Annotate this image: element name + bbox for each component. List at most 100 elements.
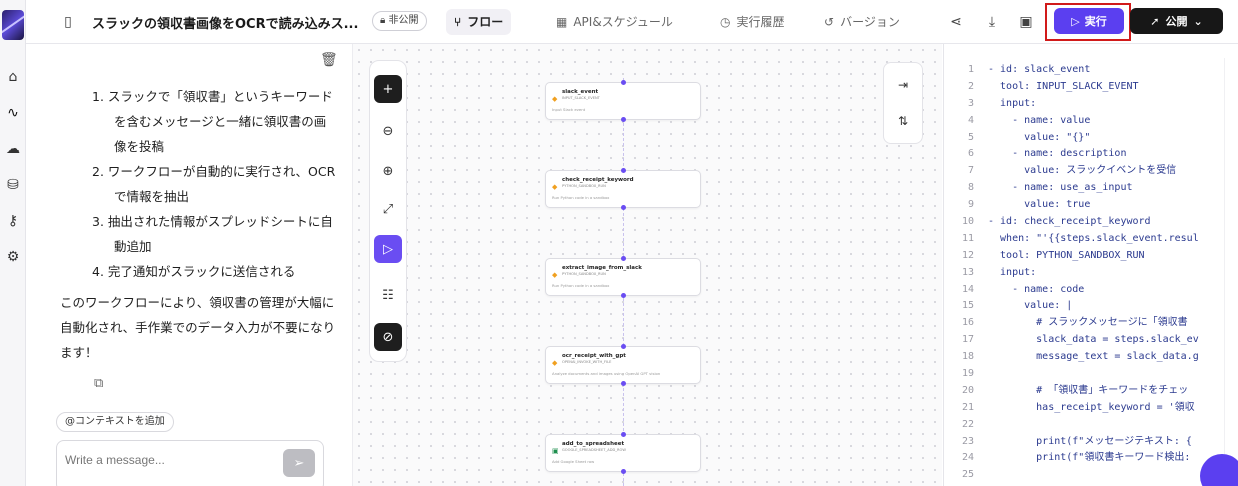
code-text: value: | [988,300,1073,312]
chevron-down-icon: ⌄ [1193,14,1203,28]
step-item: 1. スラックで「領収書」というキーワードを含むメッセージと一緒に領収書の画像を… [92,89,333,154]
node-desc: Add Google Sheet row [552,459,595,464]
send-button[interactable]: ➢ [283,449,315,477]
code-editor[interactable]: 1 - id: slack_event 2 tool: INPUT_SLACK_EV… [943,44,1238,486]
lock-icon: 🔒︎ [380,15,389,26]
run-flow-button[interactable]: ▷ [374,235,402,263]
play-icon: ▷ [1071,14,1080,28]
workflow-title[interactable]: スラックの領収書画像をOCRで読み込みス... [92,13,358,32]
node-name: add_to_spreadsheet [562,441,625,447]
node-desc: Analyze documents and images using OpenA… [552,371,661,376]
layout-button[interactable]: ☷ [374,281,402,309]
code-line: 12 tool: PYTHON_SANDBOX_RUN [944,248,1199,265]
key-icon[interactable]: ⚷ [0,210,26,232]
node-tool: OPENAI_INVOKE_WITH_FILE [562,360,612,364]
code-line: 23 print(f"メッセージテキスト: { [944,434,1199,451]
settings-icon[interactable]: ⚙ [0,246,26,268]
line-number: 23 [961,435,974,447]
code-text: - name: value [988,114,1091,126]
download-icon[interactable]: ⤓ [982,12,1002,32]
line-number: 25 [961,469,974,481]
code-line: 2 tool: INPUT_SLACK_EVENT [944,79,1199,96]
flow-node-extract-image[interactable]: ◆ extract_image_from_slack PYTHON_SANDBO… [545,256,701,298]
sidebar-toggle-icon[interactable]: ▯ [58,12,78,32]
run-button[interactable]: ▷ 実行 [1054,8,1124,34]
tab-flow[interactable]: ⑂ フロー [446,9,512,35]
database-icon[interactable]: ⛁ [0,174,26,196]
node-type-icon: ◆ [552,359,558,367]
code-text: when: "'{{steps.slack_event.resul [988,232,1199,244]
layout-icon: ☷ [382,287,394,303]
home-icon[interactable]: ⌂ [0,66,26,88]
tab-api-schedule-label: API&スケジュール [573,15,673,29]
message-input[interactable] [65,453,265,467]
node-desc: Run Python code in a sandbox [552,195,610,200]
copy-icon[interactable]: ⧉ [94,376,103,391]
tab-run-history[interactable]: ◷ 実行履歴 [712,9,793,35]
cloud-icon[interactable]: ☁ [0,138,26,160]
canvas-toolbar: + ⊖ ⊕ ⤢ ▷ ☷ ⊘ [369,60,407,362]
flow-node-check-receipt-keyword[interactable]: ◆ check_receipt_keyword PYTHON_SANDBOX_R… [545,168,701,210]
top-header: ▯ スラックの領収書画像をOCRで読み込みス... 🔒︎ 非公開 ⑂ フロー ▦ A… [26,0,1238,44]
code-text: message_text = slack_data.g [988,351,1199,363]
code-text: input: [988,97,1037,109]
code-line: 4 - name: value [944,113,1199,130]
play-icon: ▷ [383,241,393,257]
activity-icon[interactable]: ∿ [0,102,26,124]
tab-run-history-label: 実行履歴 [736,15,785,29]
code-line: 5 value: "{}" [944,130,1199,147]
code-line: 18 message_text = slack_data.g [944,349,1199,366]
line-number: 11 [961,232,974,244]
fit-view-button[interactable]: ⤢ [374,195,402,223]
editor-scrollbar[interactable] [1224,58,1238,486]
line-number: 8 [967,182,974,194]
flow-node-slack-event[interactable]: ◆ slack_event INPUT_SLACK_EVENT Input Sl… [545,80,701,122]
flow-node-ocr-receipt[interactable]: ◆ ocr_receipt_with_gpt OPENAI_INVOKE_WIT… [545,344,701,386]
step-item: 4. 完了通知がスラックに送信される [92,264,296,279]
node-name: slack_event [562,89,599,95]
tab-version[interactable]: ↺ バージョン [816,9,908,35]
node-tool: INPUT_SLACK_EVENT [562,96,600,100]
no-comment-icon: ⊘ [382,329,394,345]
zoom-in-icon: ⊕ [382,163,394,179]
tab-version-label: バージョン [840,15,900,29]
share-icon[interactable]: ⋖ [946,12,966,32]
flow-node-add-to-spreadsheet[interactable]: ▣ add_to_spreadsheet GOOGLE_SPREADSHEET_… [545,432,701,474]
tab-api-schedule[interactable]: ▦ API&スケジュール [548,9,681,35]
publish-button[interactable]: ➚ 公開 ⌄ [1130,8,1223,34]
node-type-icon: ◆ [552,183,558,191]
node-type-icon: ▣ [552,447,559,455]
add-context-chip[interactable]: @コンテキストを追加 [56,412,174,432]
expand-icon: ⤢ [382,201,394,217]
app-logo[interactable] [2,10,24,40]
clock-icon: ◷ [720,15,731,29]
add-node-button[interactable]: + [374,75,402,103]
code-line: 9 value: true [944,197,1199,214]
zoom-out-button[interactable]: ⊖ [374,117,402,145]
node-desc: Run Python code in a sandbox [552,283,610,288]
save-icon[interactable]: ▣ [1016,12,1036,32]
private-badge[interactable]: 🔒︎ 非公開 [372,11,427,31]
code-text: value: true [988,199,1091,211]
line-number: 5 [967,131,974,143]
line-number: 18 [961,351,974,363]
zoom-in-button[interactable]: ⊕ [374,157,402,185]
left-rail: ⌂ ∿ ☁ ⛁ ⚷ ⚙ [0,0,26,486]
panel-toggle-icon[interactable]: ⇥ [890,73,916,97]
hide-notes-button[interactable]: ⊘ [374,323,402,351]
sort-icon[interactable]: ⇅ [890,109,916,133]
code-line: 10 - id: check_receipt_keyword [944,214,1199,231]
line-number: 1 [967,64,974,75]
trash-icon[interactable]: 🗑︎ [320,52,338,68]
node-name: extract_image_from_slack [562,265,642,271]
code-text: value: スラックイベントを受信 [988,165,1177,177]
line-number: 17 [961,334,974,346]
code-text: tool: PYTHON_SANDBOX_RUN [988,249,1145,261]
line-number: 7 [967,165,974,177]
send-icon: ➢ [293,455,305,471]
code-text: has_receipt_keyword = '領収 [988,401,1195,413]
flow-canvas[interactable]: + ⊖ ⊕ ⤢ ▷ ☷ ⊘ ⇥ ⇅ ◆ slack_event INPUT_SL… [352,44,942,486]
calendar-icon: ▦ [556,15,568,29]
node-desc: Input Slack event [552,107,586,112]
code-text: input: [988,266,1037,278]
